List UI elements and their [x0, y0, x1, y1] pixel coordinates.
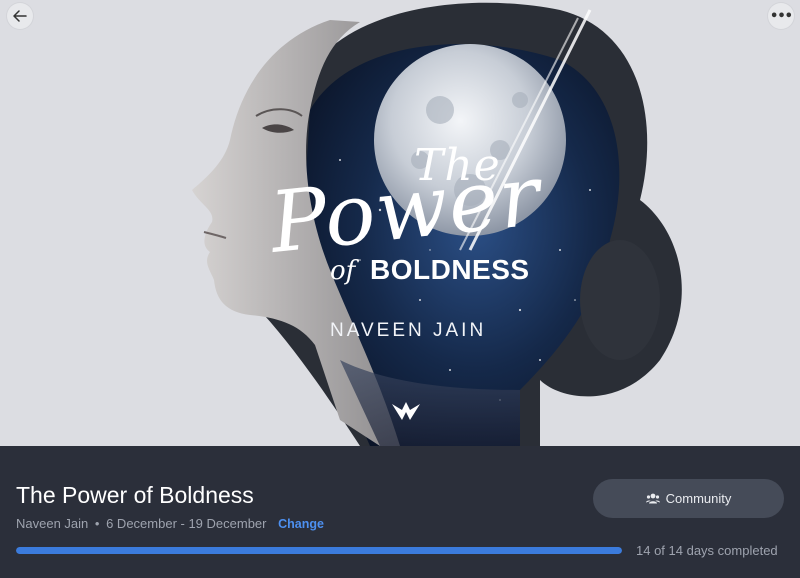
back-button[interactable] — [7, 3, 33, 29]
progress-label: 14 of 14 days completed — [636, 543, 778, 558]
course-title: The Power of Boldness — [16, 482, 254, 508]
course-info-panel: The Power of Boldness Naveen Jain • 6 De… — [0, 446, 800, 578]
more-options-button[interactable]: ••• — [768, 3, 794, 29]
course-author: Naveen Jain — [16, 516, 89, 531]
progress-bar — [16, 547, 622, 554]
meta-separator: • — [94, 516, 100, 531]
progress-bar-fill — [16, 547, 622, 554]
course-dates: 6 December - 19 December — [106, 516, 267, 531]
cover-artwork — [0, 0, 800, 446]
more-horizontal-icon: ••• — [770, 8, 793, 24]
course-meta: Naveen Jain • 6 December - 19 December C… — [16, 516, 324, 531]
community-button-label: Community — [665, 491, 732, 506]
course-cover: The Power of BOLDNESS NAVEEN JAIN ••• — [0, 0, 800, 446]
change-dates-link[interactable]: Change — [278, 517, 324, 531]
community-button[interactable]: Community — [593, 479, 784, 518]
people-icon — [645, 493, 660, 504]
arrow-left-icon — [13, 10, 27, 22]
